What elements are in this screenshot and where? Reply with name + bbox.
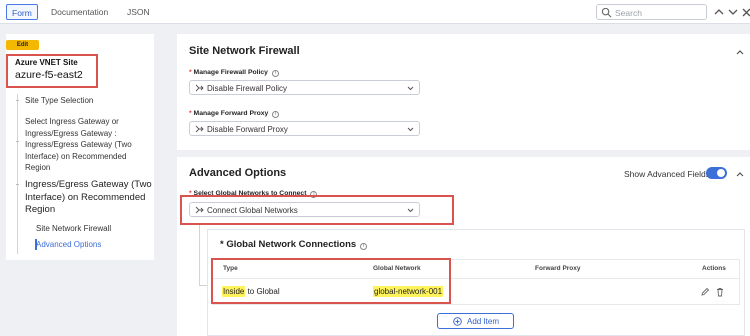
branch-icon (195, 125, 204, 133)
forward-proxy-select[interactable]: Disable Forward Proxy (189, 121, 420, 136)
search-box[interactable]: Search (596, 4, 707, 20)
annotation-box-table (211, 258, 451, 304)
firewall-policy-select[interactable]: Disable Firewall Policy (189, 80, 420, 95)
nav-line: Interface) on Recommended (25, 191, 146, 203)
info-icon: i (360, 243, 368, 250)
side-navigation: Edit Azure VNET Site azure-f5-east2 Site… (6, 34, 154, 260)
close-icon[interactable] (740, 4, 750, 20)
nav-select-gateway[interactable]: Select Ingress Gateway or Ingress/Egress… (25, 116, 132, 174)
firewall-section-title: Site Network Firewall (189, 45, 300, 57)
chevron-down-icon (407, 208, 414, 213)
type-rest: to Global (245, 287, 280, 296)
search-input[interactable]: Search (615, 8, 642, 18)
branch-icon (195, 84, 204, 92)
column-header-forward-proxy: Forward Proxy (535, 265, 581, 272)
show-advanced-toggle[interactable] (706, 167, 727, 179)
branch-icon (195, 206, 204, 214)
chevron-up-icon[interactable] (713, 4, 725, 20)
nav-advanced-options[interactable]: Advanced Options (36, 239, 101, 251)
info-icon: i (272, 111, 280, 118)
edit-badge: Edit (6, 40, 39, 50)
site-name: azure-f5-east2 (15, 69, 83, 81)
nav-line: Select Ingress Gateway or (25, 117, 119, 126)
global-connections-title: * Global Network Connections i (220, 239, 368, 250)
tree-line (17, 94, 18, 254)
column-header-actions: Actions (702, 265, 726, 272)
chevron-down-icon[interactable] (727, 4, 739, 20)
type-highlight: Inside (222, 286, 246, 297)
chevron-down-icon (407, 86, 414, 91)
plus-circle-icon (453, 317, 462, 326)
firewall-policy-label-text: Manage Firewall Policy (193, 69, 268, 76)
info-icon: i (271, 70, 279, 77)
trash-icon[interactable] (715, 287, 725, 297)
forward-proxy-label: * Manage Forward Proxy i (189, 110, 280, 118)
search-icon (601, 7, 612, 18)
nav-line: Ingress/Egress Gateway (Two (25, 140, 132, 149)
firewall-policy-label: * Manage Firewall Policy i (189, 69, 279, 77)
tab-form[interactable]: Form (6, 4, 38, 20)
firewall-policy-value: Disable Firewall Policy (207, 84, 288, 93)
global-connections-title-text: Global Network Connections (226, 239, 357, 250)
edit-pencil-icon[interactable] (700, 287, 710, 297)
show-advanced-label: Show Advanced Fields (624, 169, 710, 179)
global-networks-value: Connect Global Networks (207, 206, 298, 215)
add-item-button[interactable]: Add Item (437, 313, 514, 329)
top-bar: Form Documentation JSON Search (0, 0, 750, 24)
forward-proxy-label-text: Manage Forward Proxy (193, 110, 269, 117)
nav-site-type-selection[interactable]: Site Type Selection (25, 95, 93, 107)
nav-line: Region (25, 204, 56, 215)
forward-proxy-value: Disable Forward Proxy (207, 125, 288, 134)
tree-connector (199, 285, 207, 286)
tree-connector (16, 141, 19, 142)
nav-line: Region (25, 163, 51, 172)
advanced-options-title: Advanced Options (189, 167, 287, 179)
global-networks-select[interactable]: Connect Global Networks (189, 202, 420, 217)
chevron-down-icon (407, 127, 414, 132)
site-type-label: Azure VNET Site (15, 58, 78, 67)
tab-json[interactable]: JSON (122, 4, 155, 20)
add-item-label: Add Item (467, 317, 500, 326)
nav-ingress-egress-gateway[interactable]: Ingress/Egress Gateway (Two Interface) o… (25, 179, 152, 217)
tree-connector (16, 184, 19, 185)
table-row-global-network[interactable]: global-network-001 (373, 286, 444, 297)
collapse-chevron-icon[interactable] (735, 169, 745, 179)
tree-connector (16, 100, 19, 101)
collapse-chevron-icon[interactable] (735, 47, 745, 57)
table-row-type[interactable]: Inside to Global (222, 286, 280, 297)
nav-line: Interface) on Recommended (25, 151, 127, 161)
global-network-value: global-network-001 (373, 286, 444, 297)
tab-documentation[interactable]: Documentation (46, 4, 113, 20)
nav-site-network-firewall[interactable]: Site Network Firewall (36, 223, 111, 235)
nav-line: Ingress/Egress Gateway : (25, 128, 117, 138)
tree-line (199, 225, 200, 285)
nav-line: Ingress/Egress Gateway (Two (25, 179, 152, 190)
